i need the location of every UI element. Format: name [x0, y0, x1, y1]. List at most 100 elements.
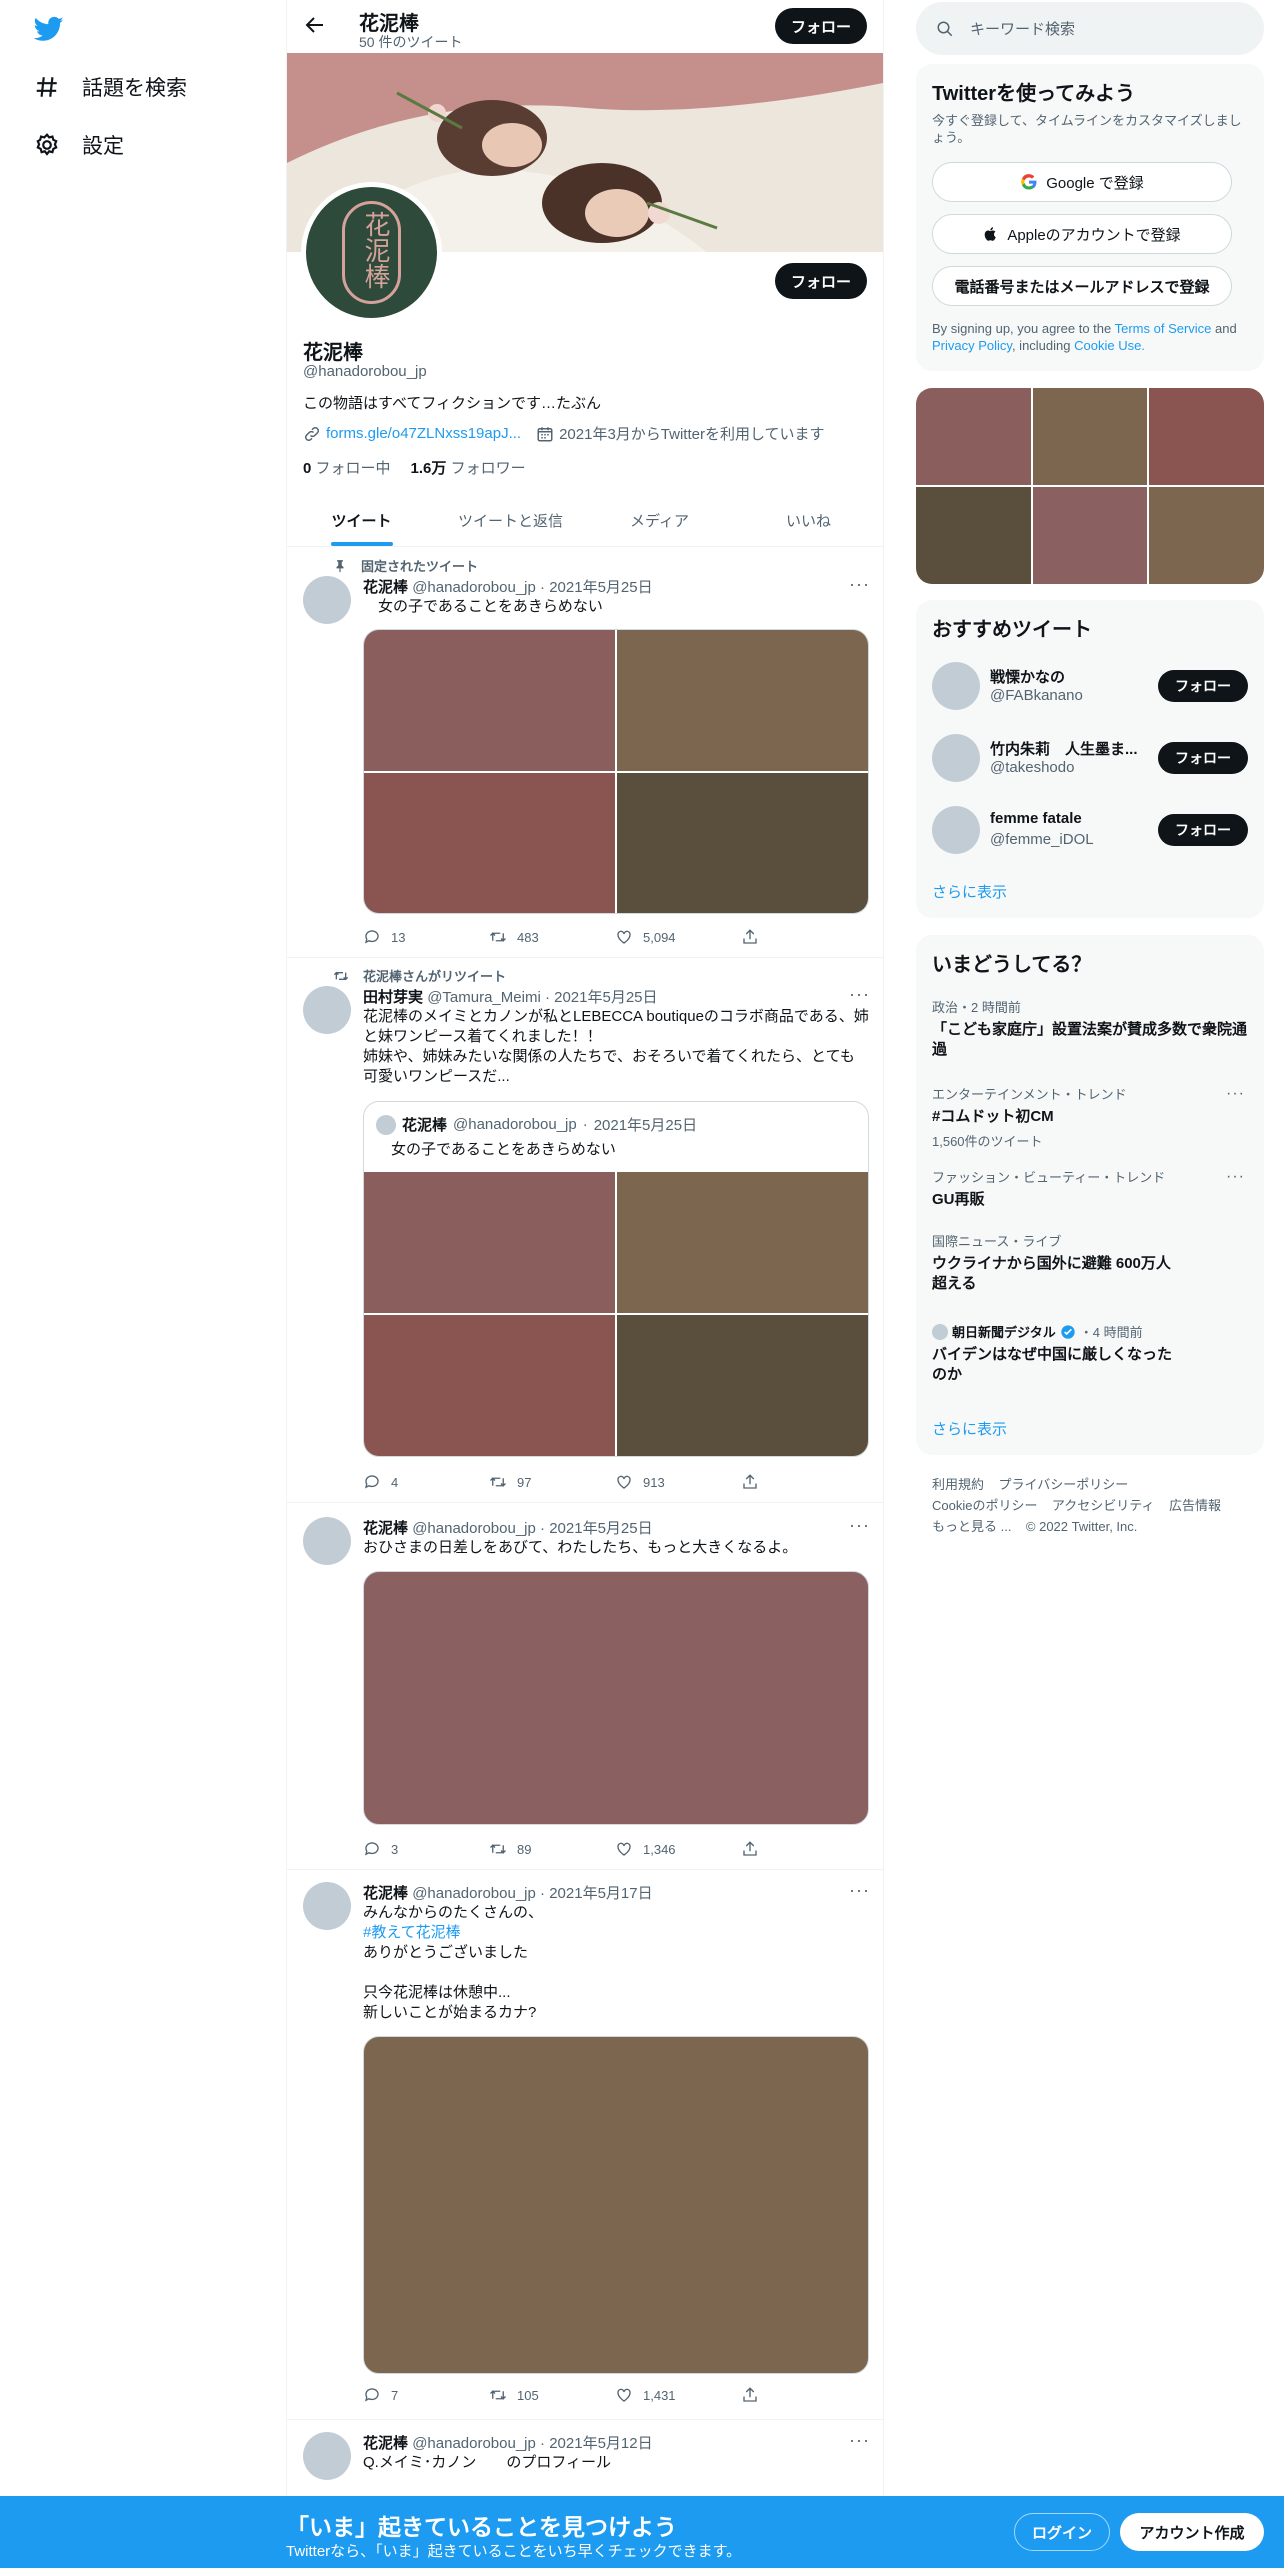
retweet-button[interactable]: 483 [489, 928, 615, 946]
tweet-avatar[interactable] [303, 576, 351, 624]
tweet-avatar[interactable] [303, 986, 351, 1034]
follow-suggestion[interactable]: femme fatale @femme_iDOL フォロー [916, 802, 1264, 874]
tweet-author-handle[interactable]: @hanadorobou_jp [412, 1885, 536, 1902]
tweet-author-handle[interactable]: @hanadorobou_jp [412, 1520, 536, 1537]
more-icon[interactable]: ··· [849, 2430, 870, 2451]
tweet-avatar[interactable] [303, 1882, 351, 1930]
more-icon[interactable]: ··· [849, 984, 870, 1005]
more-icon[interactable]: ··· [1226, 1168, 1245, 1186]
follow-suggestion[interactable]: 戦慄かなの @FABkanano フォロー [916, 658, 1264, 730]
more-icon[interactable]: ··· [849, 1515, 870, 1536]
footer-link[interactable]: プライバシーポリシー [998, 1477, 1128, 1492]
who-to-follow-more[interactable]: さらに表示 [932, 881, 1007, 902]
trend-item[interactable]: ファッション・ビューティー・トレンド GU再販 [932, 1167, 1248, 1210]
trend-item[interactable]: 朝日新聞デジタル ・4 時間前 バイデンはなぜ中国に厳しくなったのか [932, 1322, 1172, 1385]
more-icon[interactable]: ··· [849, 1880, 870, 1901]
tweet-author-handle[interactable]: @hanadorobou_jp [412, 2435, 536, 2452]
trend-item[interactable]: エンターテインメント・トレンド #コムドット初CM 1,560件のツイート [932, 1084, 1248, 1150]
apple-signup-button[interactable]: Appleのアカウントで登録 [932, 214, 1232, 254]
media-thumb[interactable] [916, 388, 1031, 485]
media-thumb[interactable] [916, 487, 1031, 584]
tweet-date[interactable]: 2021年5月25日 [554, 989, 657, 1006]
retweet-button[interactable]: 97 [489, 1473, 615, 1491]
tweet-photo-grid[interactable] [363, 629, 869, 914]
share-button[interactable] [741, 928, 759, 946]
trends-more[interactable]: さらに表示 [932, 1418, 1007, 1439]
footer-link[interactable]: 広告情報 [1169, 1498, 1221, 1513]
back-arrow-icon[interactable] [303, 13, 327, 37]
like-button[interactable]: 913 [615, 1473, 741, 1491]
tweet-author-name[interactable]: 花泥棒 [363, 1520, 408, 1537]
retweet-button[interactable]: 89 [489, 1840, 615, 1858]
tab-media[interactable]: メディア [585, 494, 734, 546]
tweet-date[interactable]: 2021年5月12日 [549, 2435, 652, 2452]
more-icon[interactable]: ··· [849, 574, 870, 595]
phone-email-signup-button[interactable]: 電話番号またはメールアドレスで登録 [932, 266, 1232, 306]
tweet-date[interactable]: 2021年5月17日 [549, 1885, 652, 1902]
trend-item[interactable]: 政治・2 時間前 「こども家庭庁」設置法案が賛成多数で衆院通過 [932, 997, 1248, 1060]
profile-avatar[interactable]: 花泥棒 [301, 182, 442, 323]
tweet-photo[interactable] [364, 772, 615, 913]
like-button[interactable]: 1,431 [615, 2386, 741, 2404]
suggestion-follow-button[interactable]: フォロー [1158, 742, 1248, 774]
google-signup-button[interactable]: Google で登録 [932, 162, 1232, 202]
tweet-photo[interactable] [617, 772, 868, 913]
footer-link[interactable]: Cookieのポリシー [932, 1498, 1037, 1513]
tab-tweets[interactable]: ツイート [287, 494, 436, 546]
profile-link[interactable]: forms.gle/o47ZLNxss19apJ... [326, 425, 521, 442]
tweet-author-handle[interactable]: @Tamura_Meimi [427, 989, 541, 1006]
followers-stat[interactable]: 1.6万 フォロワー [411, 457, 526, 478]
tweet-hashtag[interactable]: #教えて花泥棒 [363, 1923, 461, 1943]
reply-button[interactable]: 4 [363, 1473, 489, 1491]
media-thumb[interactable] [1032, 487, 1148, 584]
following-stat[interactable]: 0 フォロー中 [303, 457, 391, 478]
header-follow-button[interactable]: フォロー [775, 8, 867, 44]
share-button[interactable] [741, 1473, 759, 1491]
footer-link[interactable]: 利用規約 [932, 1477, 984, 1492]
suggestion-follow-button[interactable]: フォロー [1158, 670, 1248, 702]
follow-suggestion[interactable]: 竹内朱莉 人生墨ま... @takeshodo フォロー [916, 730, 1264, 802]
tweet-3[interactable]: 花泥棒 @hanadorobou_jp · 2021年5月25日 ··· おひさ… [287, 1503, 883, 1870]
suggestion-follow-button[interactable]: フォロー [1158, 814, 1248, 846]
like-button[interactable]: 1,346 [615, 1840, 741, 1858]
share-button[interactable] [741, 2386, 759, 2404]
media-thumb[interactable] [1149, 487, 1264, 584]
login-button[interactable]: ログイン [1014, 2513, 1110, 2551]
quote-tweet[interactable]: 花泥棒 @hanadorobou_jp · 2021年5月25日 女の子であるこ… [363, 1101, 869, 1457]
retweet-button[interactable]: 105 [489, 2386, 615, 2404]
tweet-photo[interactable] [363, 2036, 869, 2374]
tweet-photo[interactable] [617, 630, 868, 771]
tweet-1[interactable]: 固定されたツイート 花泥棒 @hanadorobou_jp · 2021年5月2… [287, 548, 883, 958]
tweet-author-name[interactable]: 花泥棒 [363, 579, 408, 596]
cookie-link[interactable]: Cookie Use. [1074, 338, 1145, 353]
share-button[interactable] [741, 1840, 759, 1858]
tweet-avatar[interactable] [303, 2432, 351, 2480]
tweet-date[interactable]: 2021年5月25日 [549, 1520, 652, 1537]
search-input[interactable]: キーワード検索 [970, 18, 1075, 39]
tab-tweets-replies[interactable]: ツイートと返信 [436, 494, 585, 546]
tweet-2[interactable]: 花泥棒さんがリツイート 田村芽実 @Tamura_Meimi · 2021年5月… [287, 958, 883, 1503]
reply-button[interactable]: 7 [363, 2386, 489, 2404]
trend-item[interactable]: 国際ニュース・ライブ ウクライナから国外に避難 600万人超える [932, 1231, 1172, 1294]
tweet-avatar[interactable] [303, 1517, 351, 1565]
tweet-photo[interactable] [364, 630, 615, 771]
media-thumb[interactable] [1032, 388, 1148, 485]
tweet-author-name[interactable]: 花泥棒 [363, 1885, 408, 1902]
reply-button[interactable]: 3 [363, 1840, 489, 1858]
privacy-link[interactable]: Privacy Policy [932, 338, 1012, 353]
terms-link[interactable]: Terms of Service [1115, 321, 1212, 336]
media-thumb[interactable] [1149, 388, 1264, 485]
signup-button[interactable]: アカウント作成 [1120, 2513, 1264, 2551]
reply-button[interactable]: 13 [363, 928, 489, 946]
twitter-bird-icon[interactable] [34, 14, 64, 44]
tweet-author-name[interactable]: 田村芽実 [363, 989, 423, 1006]
tweet-5[interactable]: 花泥棒 @hanadorobou_jp · 2021年5月12日 ··· Q.メ… [287, 2420, 883, 2496]
tweet-author-name[interactable]: 花泥棒 [363, 2435, 408, 2452]
nav-settings[interactable]: 設定 [34, 125, 124, 165]
tweet-author-handle[interactable]: @hanadorobou_jp [412, 579, 536, 596]
more-icon[interactable]: ··· [1226, 1085, 1245, 1103]
footer-more[interactable]: もっと見る ... [932, 1519, 1011, 1534]
tab-likes[interactable]: いいね [734, 494, 883, 546]
search-box[interactable]: キーワード検索 [916, 2, 1264, 55]
tweet-date[interactable]: 2021年5月25日 [549, 579, 652, 596]
